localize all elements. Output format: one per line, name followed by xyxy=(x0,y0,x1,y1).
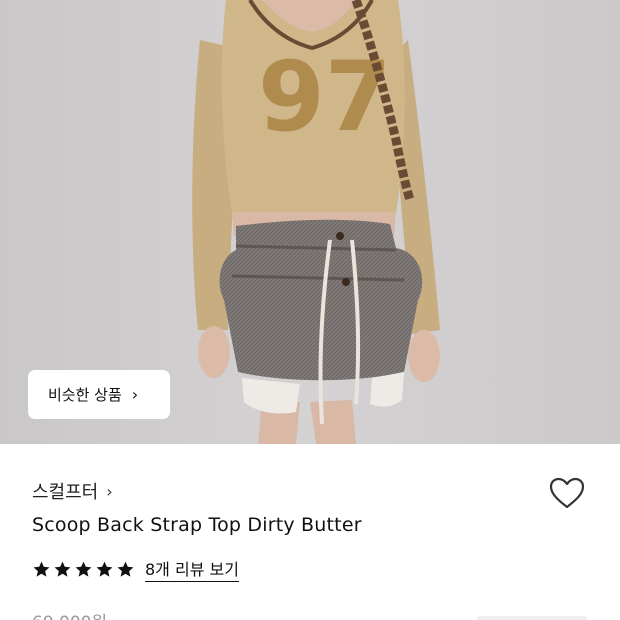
chevron-right-icon: › xyxy=(106,481,113,501)
star-filled-icon xyxy=(117,561,134,577)
similar-products-button[interactable]: 비슷한 상품 › xyxy=(28,370,170,419)
star-filled-icon xyxy=(75,561,92,577)
product-title: Scoop Back Strap Top Dirty Butter xyxy=(32,514,362,536)
star-filled-icon xyxy=(33,561,50,577)
reviews-link[interactable]: 8개 리뷰 보기 xyxy=(145,556,239,582)
star-filled-icon xyxy=(96,561,113,577)
star-filled-icon xyxy=(54,561,71,577)
rating-row: 8개 리뷰 보기 xyxy=(32,556,239,582)
product-image[interactable]: 97 비슷한 상품 › xyxy=(0,0,620,444)
original-price: 69,000원 xyxy=(32,608,107,620)
brand-link[interactable]: 스컬프터 › xyxy=(32,478,113,504)
chevron-right-icon: › xyxy=(131,384,139,404)
product-info: 스컬프터 › Scoop Back Strap Top Dirty Butter… xyxy=(0,444,620,620)
star-rating xyxy=(32,560,135,579)
brand-name: 스컬프터 xyxy=(32,482,99,503)
similar-products-label: 비슷한 상품 xyxy=(48,386,122,404)
heart-outline-icon[interactable] xyxy=(548,476,586,510)
cutoff-element xyxy=(476,616,588,620)
